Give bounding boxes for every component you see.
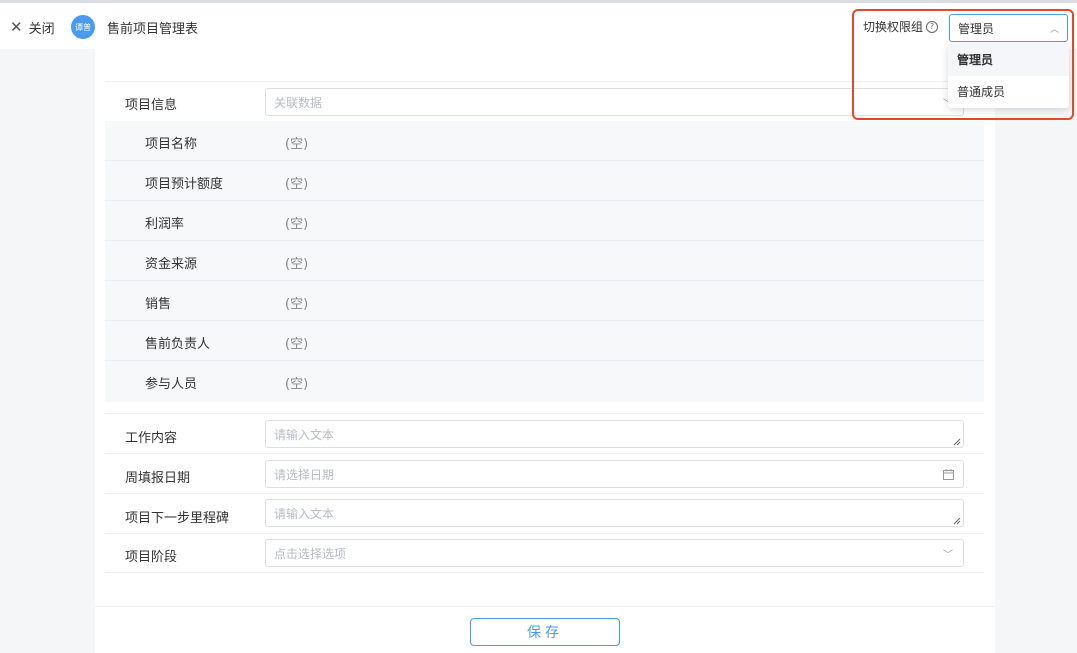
footer-divider (95, 606, 995, 607)
subfield-row: 参与人员 (空) (105, 361, 984, 401)
page-title: 售前项目管理表 (107, 22, 199, 37)
save-button[interactable]: 保存 (470, 618, 620, 646)
subfield-label: 项目预计额度 (145, 177, 224, 192)
work-content-textarea[interactable]: 请输入文本 (265, 420, 964, 448)
subfield-label: 资金来源 (145, 257, 198, 272)
form-row-next-milestone: 项目下一步里程碑 请输入文本 (105, 493, 984, 533)
dropdown-option-admin[interactable]: 管理员 (948, 44, 1069, 76)
calendar-icon (943, 468, 954, 480)
chevron-up-icon: ︿ (1049, 24, 1059, 35)
stage-label: 项目阶段 (125, 550, 178, 565)
header-bar: ✕ 关闭 谭普 售前项目管理表 切换权限组 ? 管理员 ︿ (0, 3, 1077, 49)
stage-select[interactable]: 点击选择选项 ﹀ (265, 539, 964, 567)
subfield-label: 售前负责人 (145, 337, 211, 352)
subfield-label: 参与人员 (145, 377, 198, 392)
dropdown-option-member[interactable]: 普通成员 (948, 76, 1069, 108)
subfield-row: 销售 (空) (105, 281, 984, 321)
week-date-placeholder: 请选择日期 (274, 467, 335, 482)
next-milestone-textarea[interactable]: 请输入文本 (265, 499, 964, 527)
subfield-row: 资金来源 (空) (105, 241, 984, 281)
stage-placeholder: 点击选择选项 (274, 546, 347, 561)
close-label: 关闭 (28, 22, 55, 37)
subfield-label: 销售 (145, 297, 172, 312)
form-row-work-content: 工作内容 请输入文本 (105, 413, 984, 453)
subfield-row: 项目预计额度 (空) (105, 161, 984, 201)
perm-group-label-text: 切换权限组 (863, 20, 924, 34)
project-info-input[interactable]: 关联数据 ﹀ (265, 88, 964, 116)
subfield-row: 利润率 (空) (105, 201, 984, 241)
subfield-value: (空) (285, 217, 309, 232)
subfield-value: (空) (285, 377, 309, 392)
resize-handle-icon[interactable] (953, 438, 961, 446)
subfield-value: (空) (285, 297, 309, 312)
perm-group-label: 切换权限组 ? (863, 18, 939, 35)
perm-group-selected-value: 管理员 (958, 21, 995, 36)
subfield-value: (空) (285, 177, 309, 192)
week-date-picker[interactable]: 请选择日期 (265, 460, 964, 488)
subfield-label: 利润率 (145, 217, 185, 232)
form-row-project-info: 项目信息 关联数据 ﹀ (105, 81, 984, 121)
subfield-value: (空) (285, 257, 309, 272)
form-card: 项目信息 关联数据 ﹀ 项目名称 (空) 项目预计额度 (空) 利润率 (空) … (95, 49, 995, 653)
subfield-row: 项目名称 (空) (105, 121, 984, 161)
form-row-week-date: 周填报日期 请选择日期 (105, 453, 984, 493)
next-milestone-placeholder: 请输入文本 (274, 506, 335, 521)
perm-group-select[interactable]: 管理员 ︿ (949, 14, 1068, 42)
form-row-stage: 项目阶段 点击选择选项 ﹀ (105, 533, 984, 573)
project-info-subfields: 项目名称 (空) 项目预计额度 (空) 利润率 (空) 资金来源 (空) 销售 … (105, 121, 984, 402)
subfield-value: (空) (285, 137, 309, 152)
perm-group-dropdown: 管理员 普通成员 (948, 44, 1069, 108)
help-icon[interactable]: ? (926, 20, 939, 33)
week-date-label: 周填报日期 (125, 471, 191, 486)
subfield-label: 项目名称 (145, 137, 198, 152)
resize-handle-icon[interactable] (953, 517, 961, 525)
work-content-label: 工作内容 (125, 431, 178, 446)
project-info-label: 项目信息 (125, 98, 178, 113)
close-icon: ✕ (10, 18, 23, 36)
subfield-value: (空) (285, 337, 309, 352)
avatar[interactable]: 谭普 (71, 15, 95, 39)
subfield-row: 售前负责人 (空) (105, 321, 984, 361)
chevron-down-icon: ﹀ (943, 549, 953, 561)
work-content-placeholder: 请输入文本 (274, 427, 335, 442)
next-milestone-label: 项目下一步里程碑 (125, 511, 230, 526)
project-info-placeholder: 关联数据 (274, 95, 323, 110)
close-button[interactable]: ✕ 关闭 (10, 18, 55, 38)
